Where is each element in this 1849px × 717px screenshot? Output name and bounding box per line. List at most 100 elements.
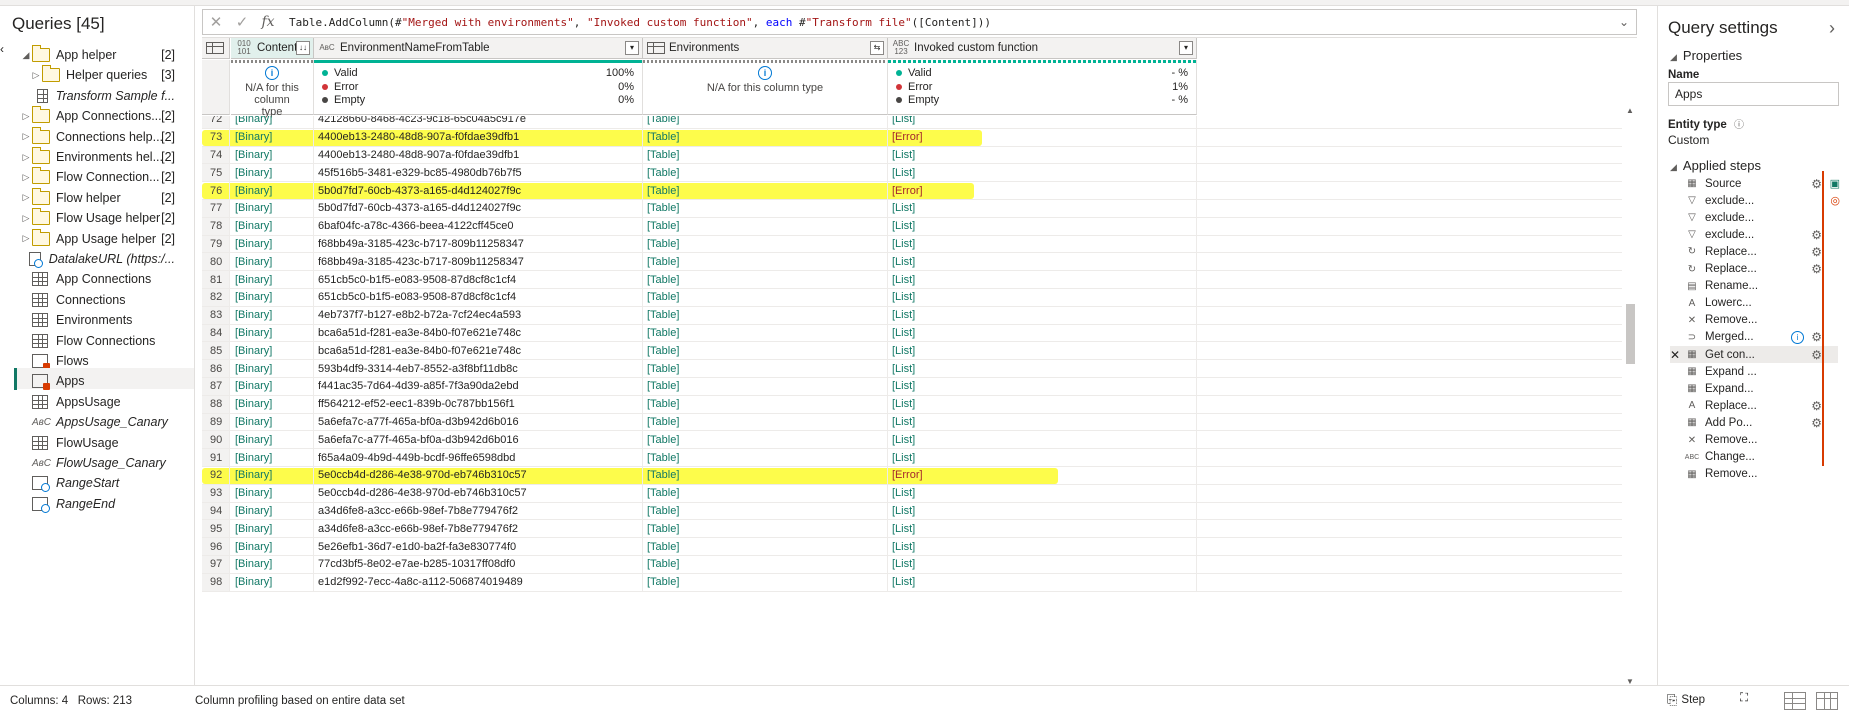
- applied-step[interactable]: ▦ Remove...: [1670, 466, 1838, 483]
- navigate-icon[interactable]: ▣: [1830, 177, 1840, 190]
- environments-cell[interactable]: [Table]: [643, 271, 888, 288]
- commit-formula-icon[interactable]: ✓: [229, 13, 255, 31]
- content-cell[interactable]: [Binary]: [231, 200, 314, 217]
- content-cell[interactable]: [Binary]: [231, 235, 314, 253]
- query-item[interactable]: ▷ Helper queries [3]: [30, 64, 175, 86]
- delete-step-icon[interactable]: ✕: [1670, 348, 1684, 362]
- environment-name-cell[interactable]: f68bb49a-3185-423c-b717-809b11258347: [314, 253, 643, 271]
- environments-cell[interactable]: [Table]: [643, 520, 888, 538]
- formula-input[interactable]: Table.AddColumn(#"Merged with environmen…: [281, 16, 1612, 29]
- properties-section-toggle[interactable]: ◢ Properties: [1670, 48, 1742, 63]
- content-cell[interactable]: [Binary]: [231, 431, 314, 449]
- environment-name-cell[interactable]: a34d6fe8-a3cc-e66b-98ef-7b8e779476f2: [314, 520, 643, 538]
- invoked-function-cell[interactable]: [List]: [888, 324, 1197, 342]
- query-item[interactable]: ▷ Connections help... [2]: [20, 126, 175, 148]
- environment-name-cell[interactable]: 45f516b5-3481-e329-bc85-4980db76b7f5: [314, 164, 643, 182]
- column-header-environmentnamefromtable[interactable]: AʙC EnvironmentNameFromTable ▾: [314, 38, 643, 59]
- cancel-formula-icon[interactable]: ✕: [203, 13, 229, 31]
- query-item[interactable]: Connections: [20, 289, 175, 311]
- invoked-function-cell[interactable]: [Error]: [888, 128, 1197, 146]
- expand-toggle-icon[interactable]: ▷: [20, 111, 32, 122]
- invoked-function-cell[interactable]: [List]: [888, 253, 1197, 271]
- content-cell[interactable]: [Binary]: [231, 164, 314, 182]
- applied-step[interactable]: ↻ Replace... ⚙: [1670, 261, 1838, 278]
- environment-name-cell[interactable]: 4400eb13-2480-48d8-907a-f0fdae39dfb1: [314, 128, 643, 146]
- query-item[interactable]: RangeEnd: [20, 493, 175, 515]
- query-item[interactable]: FlowUsage: [20, 432, 175, 454]
- content-cell[interactable]: [Binary]: [231, 116, 314, 128]
- grid-view-icon[interactable]: [1784, 692, 1806, 710]
- query-name-input[interactable]: Apps: [1668, 82, 1839, 106]
- query-item[interactable]: Apps: [20, 370, 175, 392]
- invoked-function-cell[interactable]: [List]: [888, 538, 1197, 555]
- applied-step[interactable]: ▦ Expand ...: [1670, 363, 1838, 380]
- table-row[interactable]: 90 [Binary] 5a6efa7c-a77f-465a-bf0a-d3b942…: [202, 431, 1622, 450]
- content-cell[interactable]: [Binary]: [231, 289, 314, 306]
- scroll-thumb[interactable]: [1626, 304, 1635, 364]
- environment-name-cell[interactable]: ff564212-ef52-eec1-839b-0c787bb156f1: [314, 395, 643, 413]
- environments-cell[interactable]: [Table]: [643, 253, 888, 271]
- applied-step[interactable]: ▤ Rename...: [1670, 278, 1838, 295]
- column-header-content[interactable]: 010 101 Content ↓↓: [231, 38, 314, 59]
- environment-name-cell[interactable]: 4eb737f7-b127-e8b2-b72a-7cf24ec4a593: [314, 306, 643, 324]
- query-item[interactable]: ▷ Environments hel... [2]: [20, 146, 175, 168]
- environments-cell[interactable]: [Table]: [643, 200, 888, 217]
- content-cell[interactable]: [Binary]: [231, 502, 314, 520]
- content-cell[interactable]: [Binary]: [231, 484, 314, 502]
- gear-icon[interactable]: ⚙: [1811, 177, 1822, 191]
- environment-name-cell[interactable]: 5a6efa7c-a77f-465a-bf0a-d3b942d6b016: [314, 413, 643, 431]
- invoked-function-cell[interactable]: [List]: [888, 573, 1197, 591]
- table-row[interactable]: 95 [Binary] a34d6fe8-a3cc-e66b-98ef-7b8e77…: [202, 520, 1622, 539]
- environments-cell[interactable]: [Table]: [643, 306, 888, 324]
- environments-cell[interactable]: [Table]: [643, 360, 888, 377]
- applied-step[interactable]: A Lowerc...: [1670, 295, 1838, 312]
- sort-icon[interactable]: ↓↓: [296, 41, 310, 55]
- environment-name-cell[interactable]: 6baf04fc-a78c-4366-beea-4122cff45ce0: [314, 217, 643, 235]
- expand-toggle-icon[interactable]: ▷: [20, 172, 32, 183]
- applied-step[interactable]: ✕ ▦ Get con... ⚙: [1670, 346, 1838, 363]
- gear-icon[interactable]: ⚙: [1811, 399, 1822, 413]
- environments-cell[interactable]: [Table]: [643, 484, 888, 502]
- invoked-function-cell[interactable]: [List]: [888, 413, 1197, 431]
- query-item[interactable]: RangeStart: [20, 472, 175, 494]
- column-dropdown-icon[interactable]: ⇆: [870, 41, 884, 55]
- environments-cell[interactable]: [Table]: [643, 467, 888, 484]
- query-item[interactable]: ▷ App Connections... [2]: [20, 105, 175, 127]
- environments-cell[interactable]: [Table]: [643, 378, 888, 395]
- table-row[interactable]: 97 [Binary] 77cd3bf5-8e02-e7ae-b285-10317f…: [202, 556, 1622, 574]
- query-item[interactable]: ▷ Flow Connection... [2]: [20, 166, 175, 188]
- gear-icon[interactable]: ⚙: [1811, 348, 1822, 362]
- environment-name-cell[interactable]: 593b4df9-3314-4eb7-8552-a3f8bf11db8c: [314, 360, 643, 377]
- content-cell[interactable]: [Binary]: [231, 413, 314, 431]
- vertical-scrollbar[interactable]: ▲ ▼: [1624, 106, 1637, 686]
- table-row[interactable]: 74 [Binary] 4400eb13-2480-48d8-907a-f0fdae…: [202, 146, 1622, 165]
- table-row[interactable]: 80 [Binary] f68bb49a-3185-423c-b717-809b11…: [202, 253, 1622, 272]
- column-header-environments[interactable]: Environments ⇆: [643, 38, 888, 59]
- environments-cell[interactable]: [Table]: [643, 502, 888, 520]
- table-row[interactable]: 85 [Binary] bca6a51d-f281-ea3e-84b0-f07e62…: [202, 342, 1622, 361]
- step-view-button[interactable]: ⎘ Step: [1667, 692, 1705, 708]
- table-row[interactable]: 98 [Binary] e1d2f992-7ecc-4a8c-a112-506874…: [202, 573, 1622, 592]
- environment-name-cell[interactable]: 5b0d7fd7-60cb-4373-a165-d4d124027f9c: [314, 200, 643, 217]
- invoked-function-cell[interactable]: [Error]: [888, 467, 1197, 484]
- content-cell[interactable]: [Binary]: [231, 182, 314, 199]
- warning-icon[interactable]: ◎: [1830, 194, 1840, 207]
- invoked-function-cell[interactable]: [List]: [888, 164, 1197, 182]
- environments-cell[interactable]: [Table]: [643, 538, 888, 555]
- invoked-function-cell[interactable]: [List]: [888, 520, 1197, 538]
- environment-name-cell[interactable]: 77cd3bf5-8e02-e7ae-b285-10317ff08df0: [314, 556, 643, 573]
- table-row[interactable]: 78 [Binary] 6baf04fc-a78c-4366-beea-4122cf…: [202, 217, 1622, 236]
- collapse-queries-chevron-icon[interactable]: ‹: [0, 42, 4, 56]
- table-row[interactable]: 76 [Binary] 5b0d7fd7-60cb-4373-a165-d4d124…: [202, 182, 1622, 200]
- invoked-function-cell[interactable]: [List]: [888, 146, 1197, 164]
- query-item[interactable]: AʙC AppsUsage_Canary: [20, 411, 175, 433]
- query-item[interactable]: ▷ Flow helper [2]: [20, 187, 175, 209]
- environment-name-cell[interactable]: 5a6efa7c-a77f-465a-bf0a-d3b942d6b016: [314, 431, 643, 449]
- invoked-function-cell[interactable]: [List]: [888, 502, 1197, 520]
- collapse-settings-chevron-icon[interactable]: ›: [1829, 18, 1835, 39]
- environments-cell[interactable]: [Table]: [643, 217, 888, 235]
- invoked-function-cell[interactable]: [List]: [888, 271, 1197, 288]
- content-cell[interactable]: [Binary]: [231, 306, 314, 324]
- environment-name-cell[interactable]: f441ac35-7d64-4d39-a85f-7f3a90da2ebd: [314, 378, 643, 395]
- environments-cell[interactable]: [Table]: [643, 395, 888, 413]
